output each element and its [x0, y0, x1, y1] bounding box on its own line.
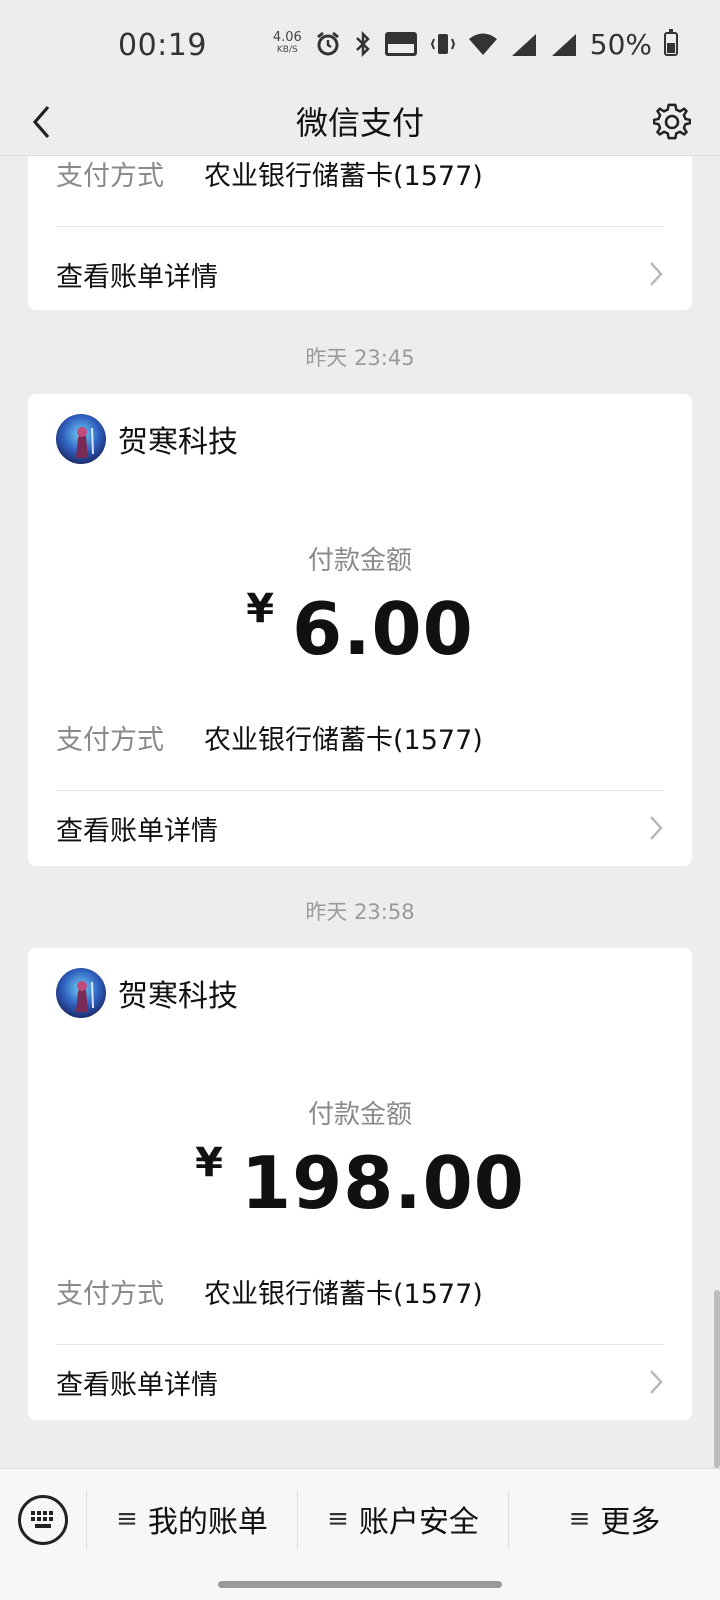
menu-list-icon: ≡	[568, 1504, 591, 1534]
nav-bar: 微信支付	[0, 90, 720, 156]
view-bill-detail[interactable]: 查看账单详情	[56, 244, 664, 304]
status-icons: 4.06 KB/S 50%	[273, 26, 678, 62]
keyboard-toggle-button[interactable]	[18, 1495, 68, 1545]
merchant-avatar	[56, 968, 106, 1018]
message-timestamp: 昨天 23:45	[305, 346, 415, 370]
menu-more[interactable]: ≡ 更多	[509, 1489, 720, 1549]
signal-5g-icon	[510, 31, 538, 57]
view-bill-detail-label: 查看账单详情	[56, 261, 218, 293]
view-bill-detail-label: 查看账单详情	[56, 815, 218, 847]
status-bar: 00:19 4.06 KB/S 50%	[0, 0, 720, 90]
payment-method-value: 农业银行储蓄卡(1577)	[204, 724, 483, 756]
settings-button[interactable]	[642, 92, 702, 152]
menu-list-icon: ≡	[116, 1504, 138, 1534]
gear-icon	[653, 103, 691, 140]
menu-more-label: 更多	[600, 1505, 661, 1540]
chevron-right-icon	[650, 262, 663, 286]
amount-value: 198.00	[241, 1141, 525, 1225]
payment-card: 贺寒科技 付款金额 ¥198.00 支付方式 农业银行储蓄卡(1577) 查看账…	[28, 948, 692, 1420]
divider	[56, 790, 664, 791]
merchant-avatar	[56, 414, 106, 464]
amount-label: 付款金额	[307, 546, 412, 576]
message-timestamp: 昨天 23:58	[305, 900, 415, 924]
payment-method-row: 支付方式 农业银行储蓄卡(1577)	[56, 712, 664, 762]
menu-my-bills[interactable]: ≡ 我的账单	[87, 1489, 297, 1549]
volte-icon	[384, 31, 418, 57]
merchant-name: 贺寒科技	[118, 425, 238, 460]
menu-account-security-label: 账户安全	[358, 1505, 479, 1540]
payment-card: 贺寒科技 付款金额 ¥6.00 支付方式 农业银行储蓄卡(1577) 查看账单详…	[28, 394, 692, 866]
divider	[56, 226, 664, 227]
keyboard-icon	[31, 1511, 53, 1528]
network-speed-unit: KB/S	[276, 45, 298, 55]
merchant-name: 贺寒科技	[118, 979, 238, 1014]
chevron-right-icon	[650, 1370, 663, 1394]
divider	[56, 1344, 664, 1345]
view-bill-detail-label: 查看账单详情	[56, 1369, 218, 1401]
page-title: 微信支付	[295, 104, 424, 142]
network-speed-value: 4.06	[272, 30, 302, 45]
alarm-icon	[314, 30, 342, 58]
payment-amount: ¥198.00	[28, 1140, 692, 1225]
payment-method-label: 支付方式	[56, 724, 164, 756]
currency-symbol: ¥	[195, 1140, 223, 1186]
wifi-icon	[468, 31, 498, 57]
view-bill-detail[interactable]: 查看账单详情	[56, 1352, 664, 1412]
vibrate-icon	[430, 31, 456, 57]
currency-symbol: ¥	[246, 586, 275, 632]
payment-method-row: 支付方式 农业银行储蓄卡(1577)	[56, 156, 664, 198]
signal-4g-icon	[550, 31, 578, 57]
payment-feed[interactable]: 支付方式 农业银行储蓄卡(1577) 查看账单详情 昨天 23:45 贺寒科技	[0, 156, 720, 1468]
bluetooth-icon	[354, 30, 372, 58]
amount-label: 付款金额	[307, 1100, 412, 1130]
payment-method-value: 农业银行储蓄卡(1577)	[204, 1278, 483, 1310]
battery-percent: 50%	[589, 27, 652, 61]
payment-card-partial: 支付方式 农业银行储蓄卡(1577) 查看账单详情	[28, 156, 692, 310]
payment-method-row: 支付方式 农业银行储蓄卡(1577)	[56, 1266, 664, 1316]
home-indicator[interactable]	[218, 1581, 502, 1588]
payment-method-value: 农业银行储蓄卡(1577)	[204, 160, 483, 192]
merchant-header: 贺寒科技	[56, 968, 238, 1018]
payment-method-label: 支付方式	[56, 160, 164, 192]
menu-list-icon: ≡	[327, 1504, 349, 1534]
battery-icon	[664, 29, 678, 56]
amount-value: 6.00	[292, 587, 474, 671]
scrollbar[interactable]	[714, 1290, 720, 1468]
bottom-menu-bar: ≡ 我的账单 ≡ 账户安全 ≡ 更多	[0, 1468, 720, 1600]
status-time: 00:19	[118, 28, 207, 63]
payment-method-label: 支付方式	[56, 1278, 164, 1310]
payment-amount: ¥6.00	[28, 586, 692, 671]
menu-account-security[interactable]: ≡ 账户安全	[298, 1489, 508, 1549]
merchant-header: 贺寒科技	[56, 414, 238, 464]
menu-my-bills-label: 我的账单	[147, 1505, 268, 1540]
chevron-right-icon	[650, 816, 663, 840]
network-speed: 4.06 KB/S	[273, 31, 302, 57]
view-bill-detail[interactable]: 查看账单详情	[56, 798, 664, 858]
